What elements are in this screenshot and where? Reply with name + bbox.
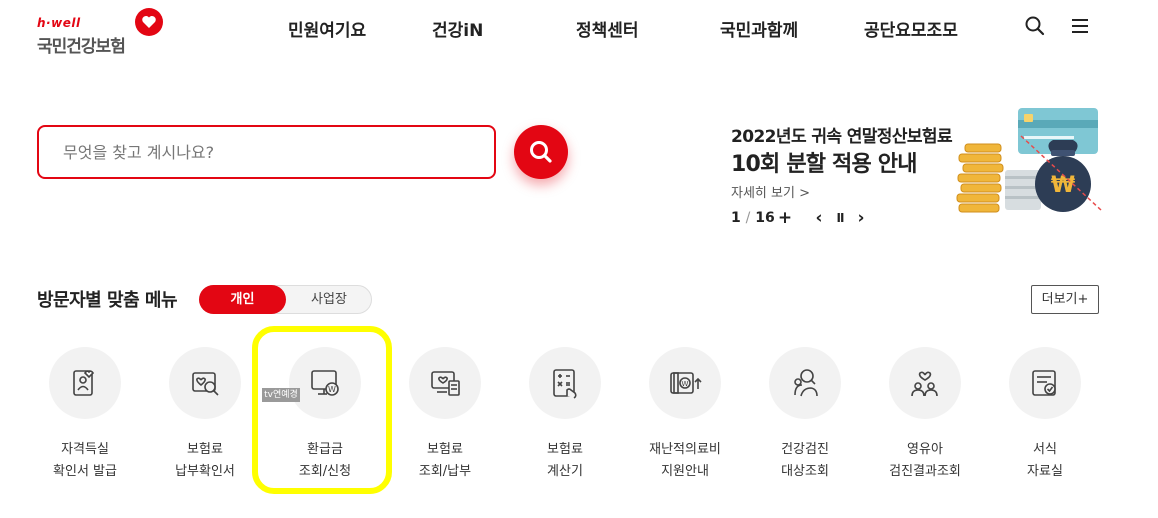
search-box [37,125,496,179]
banner-pager: 1 / 16 [731,210,775,226]
id-card-icon [73,370,95,396]
menu-label: 건강검진 대상조회 [745,439,865,483]
menu-label-line1: 재난적의료비 [649,442,721,457]
menu-label-line2: 계산기 [547,464,583,479]
banner-title[interactable]: 10회 분할 적용 안내 [731,146,917,178]
menu-label-line1: 영유아 [907,442,943,457]
search-document-icon [192,372,219,396]
menu-label-line1: 서식 [1033,442,1057,457]
menu-icon-circle [409,347,481,419]
menu-item-health-checkup[interactable]: 건강검진 대상조회 [745,347,865,487]
persona-toggle: 개인 사업장 [199,285,372,314]
menu-label-line2: 검진결과조회 [889,464,961,479]
menu-icon-circle: W [289,347,361,419]
search-button[interactable] [514,125,568,179]
menu-label: 서식 자료실 [985,439,1105,483]
menu-icon-circle [49,347,121,419]
nav-item-policy-center[interactable]: 정책센터 [576,16,639,41]
banner-subtitle: 2022년도 귀속 연말정산보험료 [731,127,953,147]
svg-text:W: W [682,380,689,388]
payment-monitor-icon [431,371,460,396]
section-title: 방문자별 맞춤 메뉴 [37,290,178,311]
menu-label-line2: 지원안내 [661,464,709,479]
banner-pause-button[interactable]: II [832,208,848,228]
menu-item-payment-certificate[interactable]: 보험료 납부확인서 [145,347,265,487]
pager-total: 16 [755,210,775,226]
nav-item-health-in[interactable]: 건강iN [432,16,483,41]
menu-label-line1: 보험료 [547,442,583,457]
search-icon[interactable] [1023,14,1047,38]
svg-text:W: W [328,385,336,394]
pager-current: 1 [731,210,741,226]
people-search-icon [794,369,818,397]
more-button[interactable]: 더보기+ [1031,285,1099,314]
menu-label-line2: 확인서 발급 [53,464,117,479]
family-icon [911,371,938,397]
menu-label-line2: 자료실 [1027,464,1063,479]
nav-item-civil-service[interactable]: 민원여기요 [288,16,366,41]
menu-item-forms[interactable]: 서식 자료실 [985,347,1105,487]
menu-icon-circle [889,347,961,419]
banner-money-illustration: ₩ [956,108,1102,213]
menu-item-qualification[interactable]: 자격득실 확인서 발급 [25,347,145,487]
menu-label: 환급금 조회/신청 [265,439,385,483]
menu-label: 영유아 검진결과조회 [865,439,985,483]
menu-label: 보험료 조회/납부 [385,439,505,483]
banner-next-button[interactable]: › [853,208,869,228]
menu-label-line1: 자격득실 [61,442,109,457]
nav-item-with-citizens[interactable]: 국민과함께 [720,16,798,41]
calculator-icon [553,369,577,399]
menu-label: 보험료 납부확인서 [145,439,265,483]
menu-item-infant-checkup[interactable]: 영유아 검진결과조회 [865,347,985,487]
menu-label-line2: 조회/신청 [298,464,352,479]
search-input[interactable] [39,127,494,177]
nav-item-about[interactable]: 공단요모조모 [864,16,958,41]
menu-item-premium-calculator[interactable]: 보험료 계산기 [505,347,625,487]
form-document-icon [1032,370,1056,396]
banner-add-button[interactable]: + [777,208,793,228]
wallet-icon: W [670,372,702,394]
svg-text:₩: ₩ [1051,173,1075,198]
menu-item-premium-payment[interactable]: 보험료 조회/납부 [385,347,505,487]
menu-label-line1: 보험료 [427,442,463,457]
menu-label-line1: 보험료 [187,442,223,457]
overlay-tag: tv연예경 [262,388,300,402]
menu-label-line1: 건강검진 [781,442,829,457]
banner-prev-button[interactable]: ‹ [811,208,827,228]
menu-item-catastrophic-medical[interactable]: W 재난적의료비 지원안내 [625,347,745,487]
menu-icon-circle [169,347,241,419]
menu-label-line2: 조회/납부 [418,464,472,479]
pager-separator: / [745,210,751,226]
menu-label-line2: 대상조회 [781,464,829,479]
banner-more-link[interactable]: 자세히 보기 > [731,182,810,201]
tab-personal[interactable]: 개인 [199,285,286,314]
tab-business[interactable]: 사업장 [290,286,368,313]
menu-label: 자격득실 확인서 발급 [25,439,145,483]
main-navigation: 민원여기요 건강iN 정책센터 국민과함께 공단요모조모 [0,16,1158,41]
menu-label-line1: 환급금 [307,442,343,457]
menu-icon-circle [1009,347,1081,419]
menu-label: 재난적의료비 지원안내 [625,439,745,483]
menu-label-line2: 납부확인서 [175,464,235,479]
menu-icon-circle [529,347,601,419]
refund-monitor-icon: W [311,370,339,396]
search-icon [530,141,552,163]
menu-icon-circle [769,347,841,419]
menu-icon[interactable] [1068,14,1092,38]
menu-icon-circle: W [649,347,721,419]
menu-label: 보험료 계산기 [505,439,625,483]
menu-item-refund[interactable]: W 환급금 조회/신청 [265,347,385,487]
